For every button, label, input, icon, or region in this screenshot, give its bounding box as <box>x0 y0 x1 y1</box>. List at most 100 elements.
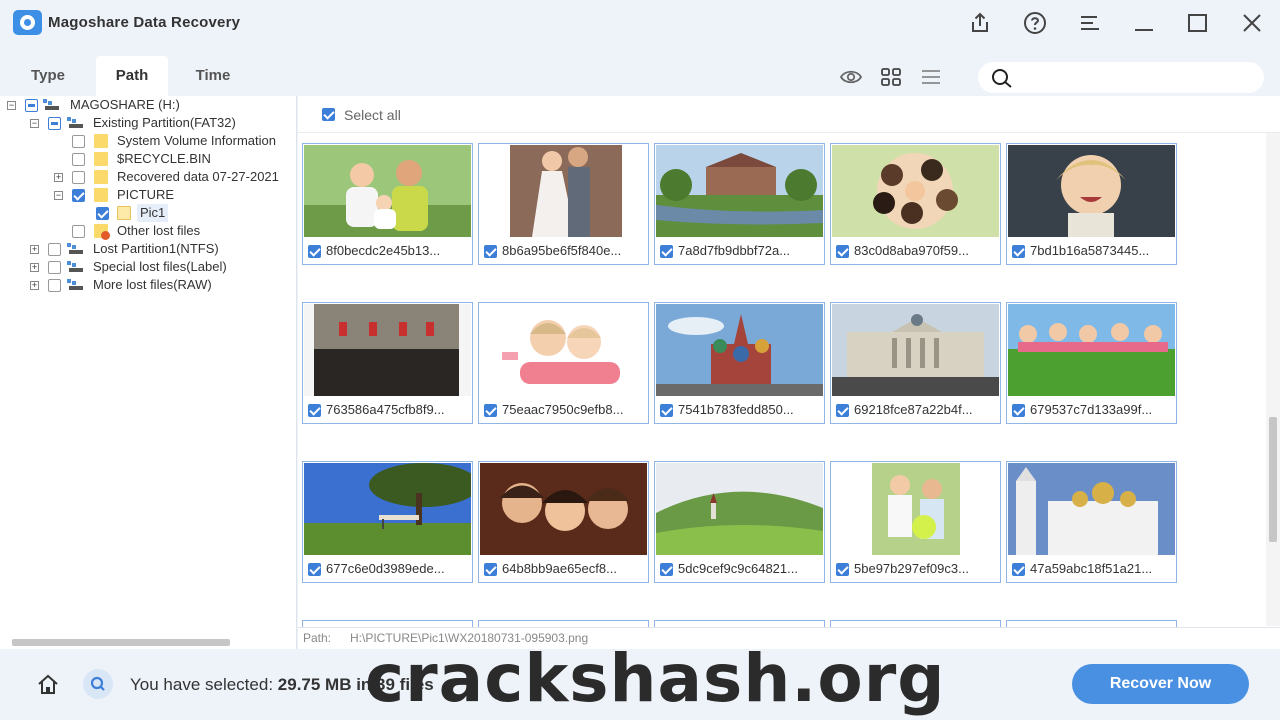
file-checkbox[interactable] <box>484 404 497 417</box>
expand-icon[interactable]: + <box>30 245 39 254</box>
preview-eye-icon[interactable] <box>839 66 863 88</box>
tab-type[interactable]: Type <box>0 56 96 96</box>
tree-checkbox[interactable] <box>96 207 109 220</box>
tree-item-picture[interactable]: − PICTURE <box>0 186 296 204</box>
file-thumbnail[interactable] <box>480 145 647 237</box>
tree-checkbox[interactable] <box>48 117 61 130</box>
file-card[interactable]: 8f0becdc2e45b13... <box>302 143 473 265</box>
file-thumbnail[interactable] <box>304 304 471 396</box>
file-card[interactable]: 75eaac7950c9efb8... <box>478 302 649 424</box>
file-checkbox[interactable] <box>1012 404 1025 417</box>
tree-checkbox[interactable] <box>72 189 85 202</box>
file-card[interactable]: 83c0d8aba970f59... <box>830 143 1001 265</box>
file-checkbox[interactable] <box>660 404 673 417</box>
file-card[interactable]: 5be97b297ef09c3... <box>830 461 1001 583</box>
file-name: 677c6e0d3989ede... <box>326 561 445 576</box>
file-name: 5be97b297ef09c3... <box>854 561 969 576</box>
file-card[interactable]: 8b6a95be6f5f840e... <box>478 143 649 265</box>
close-icon[interactable] <box>1239 10 1265 36</box>
tree-checkbox[interactable] <box>48 261 61 274</box>
file-card[interactable]: 679537c7d133a99f... <box>1006 302 1177 424</box>
collapse-icon[interactable]: − <box>30 119 39 128</box>
file-checkbox[interactable] <box>484 245 497 258</box>
expand-icon[interactable]: + <box>30 263 39 272</box>
file-checkbox[interactable] <box>1012 245 1025 258</box>
file-name: 69218fce87a22b4f... <box>854 402 973 417</box>
file-card[interactable]: 69218fce87a22b4f... <box>830 302 1001 424</box>
search-results-icon[interactable] <box>83 669 113 699</box>
tab-path[interactable]: Path <box>96 56 168 96</box>
file-card[interactable]: 64b8bb9ae65ecf8... <box>478 461 649 583</box>
minimize-icon[interactable] <box>1131 10 1157 36</box>
tree-checkbox[interactable] <box>48 243 61 256</box>
home-icon[interactable] <box>36 673 60 695</box>
file-checkbox[interactable] <box>836 245 849 258</box>
tree-checkbox[interactable] <box>72 171 85 184</box>
file-thumbnail[interactable] <box>656 304 823 396</box>
tree-item-special-lost[interactable]: + Special lost files(Label) <box>0 258 296 276</box>
maximize-icon[interactable] <box>1185 10 1211 36</box>
file-card[interactable]: 763586a475cfb8f9... <box>302 302 473 424</box>
content-vertical-scrollbar[interactable] <box>1266 133 1280 626</box>
expand-icon[interactable]: + <box>30 281 39 290</box>
share-icon[interactable] <box>967 10 993 36</box>
tree-item-other-lost-files[interactable]: Other lost files <box>0 222 296 240</box>
file-checkbox[interactable] <box>836 404 849 417</box>
tree-item-existing-partition[interactable]: − Existing Partition(FAT32) <box>0 114 296 132</box>
file-thumbnail[interactable] <box>1008 304 1175 396</box>
file-name: 8b6a95be6f5f840e... <box>502 243 622 258</box>
tree-item-root[interactable]: − MAGOSHARE (H:) <box>0 96 296 114</box>
file-checkbox[interactable] <box>1012 563 1025 576</box>
file-grid-panel: Select all 8f0becdc2e45b13... 8b6a95be6f5… <box>298 96 1280 649</box>
tree-checkbox[interactable] <box>72 135 85 148</box>
file-thumbnail[interactable] <box>656 463 823 555</box>
file-thumbnail[interactable] <box>304 145 471 237</box>
file-card[interactable]: 7541b783fedd850... <box>654 302 825 424</box>
file-checkbox[interactable] <box>308 404 321 417</box>
tree-checkbox[interactable] <box>25 99 38 112</box>
tree-item-pic1[interactable]: Pic1 <box>0 204 296 222</box>
file-thumbnail[interactable] <box>480 463 647 555</box>
file-checkbox[interactable] <box>660 245 673 258</box>
file-card[interactable]: 47a59abc18f51a21... <box>1006 461 1177 583</box>
file-thumbnail[interactable] <box>832 145 999 237</box>
collapse-icon[interactable]: − <box>7 101 16 110</box>
help-icon[interactable] <box>1022 10 1048 36</box>
file-checkbox[interactable] <box>836 563 849 576</box>
search-input[interactable] <box>978 62 1264 93</box>
file-thumbnail[interactable] <box>832 304 999 396</box>
file-checkbox[interactable] <box>660 563 673 576</box>
collapse-icon[interactable]: − <box>54 191 63 200</box>
file-checkbox[interactable] <box>308 245 321 258</box>
file-checkbox[interactable] <box>484 563 497 576</box>
file-thumbnail[interactable] <box>832 463 999 555</box>
grid-view-icon[interactable] <box>879 66 903 88</box>
file-card[interactable]: 7a8d7fb9dbbf72a... <box>654 143 825 265</box>
tree-item-lost-partition[interactable]: + Lost Partition1(NTFS) <box>0 240 296 258</box>
file-thumbnail[interactable] <box>1008 463 1175 555</box>
tree-checkbox[interactable] <box>48 279 61 292</box>
tree-item-recovered-data[interactable]: + Recovered data 07-27-2021 <box>0 168 296 186</box>
file-thumbnail[interactable] <box>656 145 823 237</box>
tree-checkbox[interactable] <box>72 153 85 166</box>
file-card[interactable]: 7bd1b16a5873445... <box>1006 143 1177 265</box>
file-name: 64b8bb9ae65ecf8... <box>502 561 617 576</box>
list-view-icon[interactable] <box>919 66 943 88</box>
expand-icon[interactable]: + <box>54 173 63 182</box>
file-thumbnail[interactable] <box>1008 145 1175 237</box>
partition-icon <box>67 117 83 128</box>
file-thumbnail[interactable] <box>480 304 647 396</box>
tree-item-more-lost[interactable]: + More lost files(RAW) <box>0 276 296 294</box>
tab-time[interactable]: Time <box>176 56 250 96</box>
file-card[interactable]: 677c6e0d3989ede... <box>302 461 473 583</box>
tree-item-recycle-bin[interactable]: $RECYCLE.BIN <box>0 150 296 168</box>
file-checkbox[interactable] <box>308 563 321 576</box>
tree-checkbox[interactable] <box>72 225 85 238</box>
menu-icon[interactable] <box>1077 10 1103 36</box>
file-thumbnail[interactable] <box>304 463 471 555</box>
recover-now-button[interactable]: Recover Now <box>1072 664 1249 704</box>
tree-horizontal-scrollbar[interactable] <box>0 637 296 649</box>
file-card[interactable]: 5dc9cef9c9c64821... <box>654 461 825 583</box>
tree-item-system-volume[interactable]: System Volume Information <box>0 132 296 150</box>
select-all-check[interactable] <box>322 108 335 121</box>
